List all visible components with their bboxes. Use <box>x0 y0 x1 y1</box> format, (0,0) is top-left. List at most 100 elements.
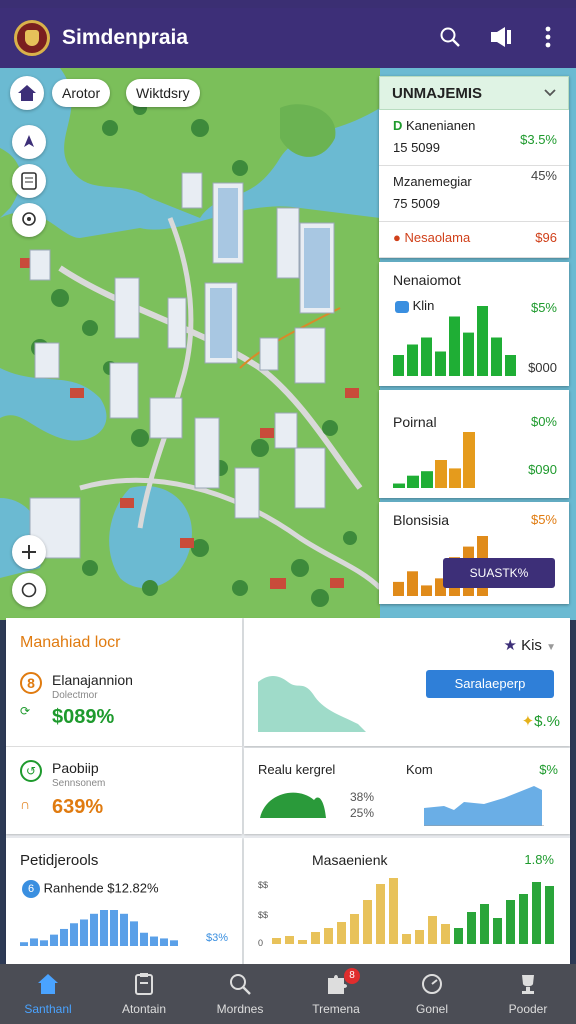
chart-bar <box>50 934 58 946</box>
chart-bar <box>140 932 148 946</box>
tab-santhanl[interactable]: Santhanl <box>0 964 96 1024</box>
chart-bar <box>519 894 528 944</box>
pin-icon <box>24 135 34 147</box>
map-tool-button-1[interactable] <box>12 125 46 159</box>
stats-row[interactable]: D Kanenianen 15 5099 $3.5% <box>379 110 569 166</box>
chart-bar <box>407 344 418 376</box>
tab-gonel[interactable]: Gonel <box>384 964 480 1024</box>
chart-bar <box>449 468 461 488</box>
tab-mordnes[interactable]: Mordnes <box>192 964 288 1024</box>
stats-row-value: $96 <box>535 230 557 245</box>
map-chip-wiktdsry[interactable]: Wiktdsry <box>126 79 200 107</box>
chart-card-1: Nenaiomot Klin $5% $000 <box>379 262 569 386</box>
gauge-icon <box>422 974 442 994</box>
chart-bar <box>435 460 447 488</box>
chart-card-bottom-value: $090 <box>528 462 557 477</box>
chart-card-top-value: $5% <box>530 300 557 315</box>
mini-chart-label: Realu kergrel <box>258 762 336 777</box>
blue-area-chart <box>424 786 544 826</box>
chart-bar <box>428 916 437 944</box>
tab-tremena[interactable]: 8 Tremena <box>288 964 384 1024</box>
zoom-out-button[interactable] <box>12 573 46 607</box>
management-item-sub: Sennsonem <box>52 778 106 789</box>
performance-row[interactable]: 6 Ranhende $12.82% <box>22 880 159 898</box>
action-button[interactable]: Saralaeperp <box>426 670 554 698</box>
trend-axis-label: $$ <box>258 880 269 890</box>
stats-panel: UNMAJEMIS D Kanenianen 15 5099 $3.5% Mza… <box>379 76 569 604</box>
mini-chart-value: $% <box>539 762 558 777</box>
document-icon <box>21 172 37 190</box>
app-logo <box>14 20 50 56</box>
chart-bar <box>311 932 320 944</box>
chart-bar <box>493 918 502 944</box>
stats-row-value: $3.5% <box>520 132 557 147</box>
chart-card-top-value: $0% <box>530 414 557 429</box>
management-card: Manahiad locr 8 Elanajannion Dolectmor ⟳… <box>6 618 242 834</box>
map-tool-button-3[interactable] <box>12 203 46 237</box>
chart-bar <box>90 913 98 946</box>
chart-bar <box>120 913 128 946</box>
chart-bar <box>480 904 489 944</box>
map-chip-arotor[interactable]: Arotor <box>52 79 111 107</box>
search-icon <box>230 974 251 995</box>
chart-bar <box>463 332 474 376</box>
management-item[interactable]: ↺ Paobiip Sennsonem ∩ 639% <box>18 756 228 818</box>
filter-dropdown[interactable]: ★ Kis ▼ <box>503 636 556 654</box>
compass-icon <box>21 582 37 598</box>
chart-bar <box>272 938 281 944</box>
sparkle-icon: ✦ <box>521 713 535 730</box>
more-menu-icon[interactable] <box>535 24 561 50</box>
chart-bar <box>30 938 38 946</box>
chart-bar <box>337 922 346 944</box>
tab-atontain[interactable]: Atontain <box>96 964 192 1024</box>
chart-bar <box>415 930 424 944</box>
performance-bar-chart <box>20 910 178 946</box>
chart-bar <box>130 921 138 946</box>
chart-bar <box>80 919 88 946</box>
chart-bar <box>449 316 460 376</box>
plus-icon <box>22 545 36 559</box>
status-bar <box>0 0 576 8</box>
stats-action-button[interactable]: SUASTK% <box>443 558 555 588</box>
chart-bar <box>150 936 158 946</box>
mini-bar-chart <box>393 306 516 376</box>
clipboard-icon <box>135 973 153 995</box>
map-tool-button-2[interactable] <box>12 164 46 198</box>
stats-row-label: D Kanenianen <box>393 118 476 133</box>
sound-icon[interactable] <box>488 24 514 50</box>
trend-value: 1.8% <box>524 852 554 867</box>
chart-bar <box>532 882 541 944</box>
notification-badge: 8 <box>344 968 360 984</box>
trend-bar-chart <box>272 878 554 944</box>
chart-bar <box>376 884 385 944</box>
coin-icon: 8 <box>20 672 42 694</box>
chart-bar <box>20 942 28 946</box>
stats-row-label: ● Nesaolama <box>393 230 471 245</box>
stats-row-sub: 15 5099 <box>393 140 440 155</box>
chart-bar <box>60 928 68 946</box>
stats-row[interactable]: ● Nesaolama $96 <box>379 222 569 258</box>
chart-bar <box>298 940 307 944</box>
management-item[interactable]: 8 Elanajannion Dolectmor ⟳ $089% <box>18 668 228 728</box>
chart-bar <box>477 306 488 376</box>
chart-bar <box>407 571 418 596</box>
semicircle-chart <box>260 792 326 818</box>
tab-pooder[interactable]: Pooder <box>480 964 576 1024</box>
area-chart <box>258 676 366 732</box>
stats-panel-header[interactable]: UNMAJEMIS <box>379 76 569 110</box>
chart-bar <box>393 355 404 376</box>
search-icon[interactable] <box>437 24 463 50</box>
chart-bar <box>100 910 108 946</box>
chart-card-title: Nenaiomot <box>393 272 461 288</box>
chart-bar <box>441 924 450 944</box>
chart-bar <box>545 886 554 944</box>
trophy-icon <box>522 975 534 994</box>
chart-bar <box>324 928 333 944</box>
chevron-down-icon: ▼ <box>546 642 556 653</box>
mini-charts-card: Realu kergrel Kom $% 38% 25% <box>244 748 570 834</box>
management-title: Manahiad locr <box>20 634 121 651</box>
stats-row[interactable]: Mzanemegiar 75 5009 45% <box>379 166 569 222</box>
zoom-in-button[interactable] <box>12 535 46 569</box>
chevron-down-icon <box>544 89 556 97</box>
home-map-button[interactable] <box>10 76 44 110</box>
